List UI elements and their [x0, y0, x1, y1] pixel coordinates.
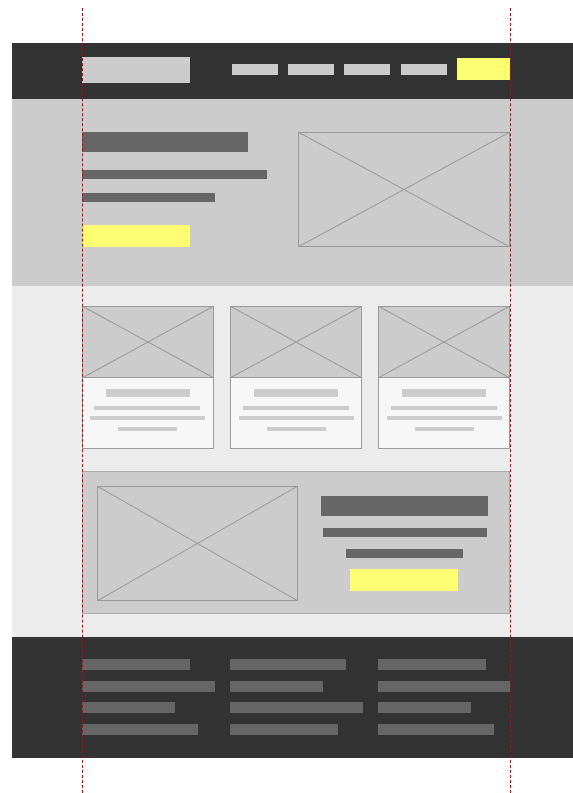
feature-image-placeholder	[97, 486, 298, 601]
logo-placeholder[interactable]	[82, 57, 190, 83]
layout-guide-right	[510, 8, 511, 793]
footer-link[interactable]	[230, 702, 363, 713]
image-placeholder-icon	[97, 486, 298, 601]
feature-text-line	[323, 528, 487, 537]
footer-link[interactable]	[82, 724, 198, 735]
card-text-line	[243, 406, 349, 410]
nav-item-1[interactable]	[232, 64, 278, 75]
footer-link[interactable]	[378, 681, 510, 692]
footer-link[interactable]	[230, 724, 338, 735]
card-image-placeholder	[82, 306, 214, 378]
footer-link[interactable]	[230, 681, 323, 692]
footer-link[interactable]	[378, 724, 494, 735]
footer	[12, 637, 573, 758]
nav-item-4[interactable]	[401, 64, 447, 75]
layout-guide-left	[82, 8, 83, 793]
card-title-placeholder	[254, 389, 338, 397]
nav-item-3[interactable]	[344, 64, 390, 75]
nav-item-2[interactable]	[288, 64, 334, 75]
card-title-placeholder	[402, 389, 486, 397]
footer-link[interactable]	[82, 659, 190, 670]
feature-cta-button[interactable]	[350, 569, 458, 591]
footer-link[interactable]	[230, 659, 346, 670]
footer-link[interactable]	[378, 659, 486, 670]
footer-link[interactable]	[82, 681, 215, 692]
hero-cta-button[interactable]	[82, 225, 190, 247]
card-text-line	[94, 406, 200, 410]
image-placeholder-icon	[230, 306, 362, 378]
card-text-line	[239, 416, 354, 420]
card-text-line	[267, 427, 326, 431]
card-text-line	[415, 427, 474, 431]
image-placeholder-icon	[298, 132, 510, 247]
card-text-line	[118, 427, 177, 431]
hero-title-placeholder	[82, 132, 248, 152]
card-image-placeholder	[378, 306, 510, 378]
hero-image-placeholder	[298, 132, 510, 247]
card-text-line	[90, 416, 205, 420]
card-text-line	[387, 416, 502, 420]
feature-text-line	[346, 549, 463, 558]
card-text-line	[391, 406, 497, 410]
hero-text-line	[82, 193, 215, 202]
card-title-placeholder	[106, 389, 190, 397]
card-image-placeholder	[230, 306, 362, 378]
footer-link[interactable]	[82, 702, 175, 713]
header-cta-button[interactable]	[457, 58, 510, 80]
footer-link[interactable]	[378, 702, 471, 713]
image-placeholder-icon	[82, 306, 214, 378]
hero-text-line	[82, 170, 267, 179]
image-placeholder-icon	[378, 306, 510, 378]
feature-title-placeholder	[321, 496, 488, 516]
